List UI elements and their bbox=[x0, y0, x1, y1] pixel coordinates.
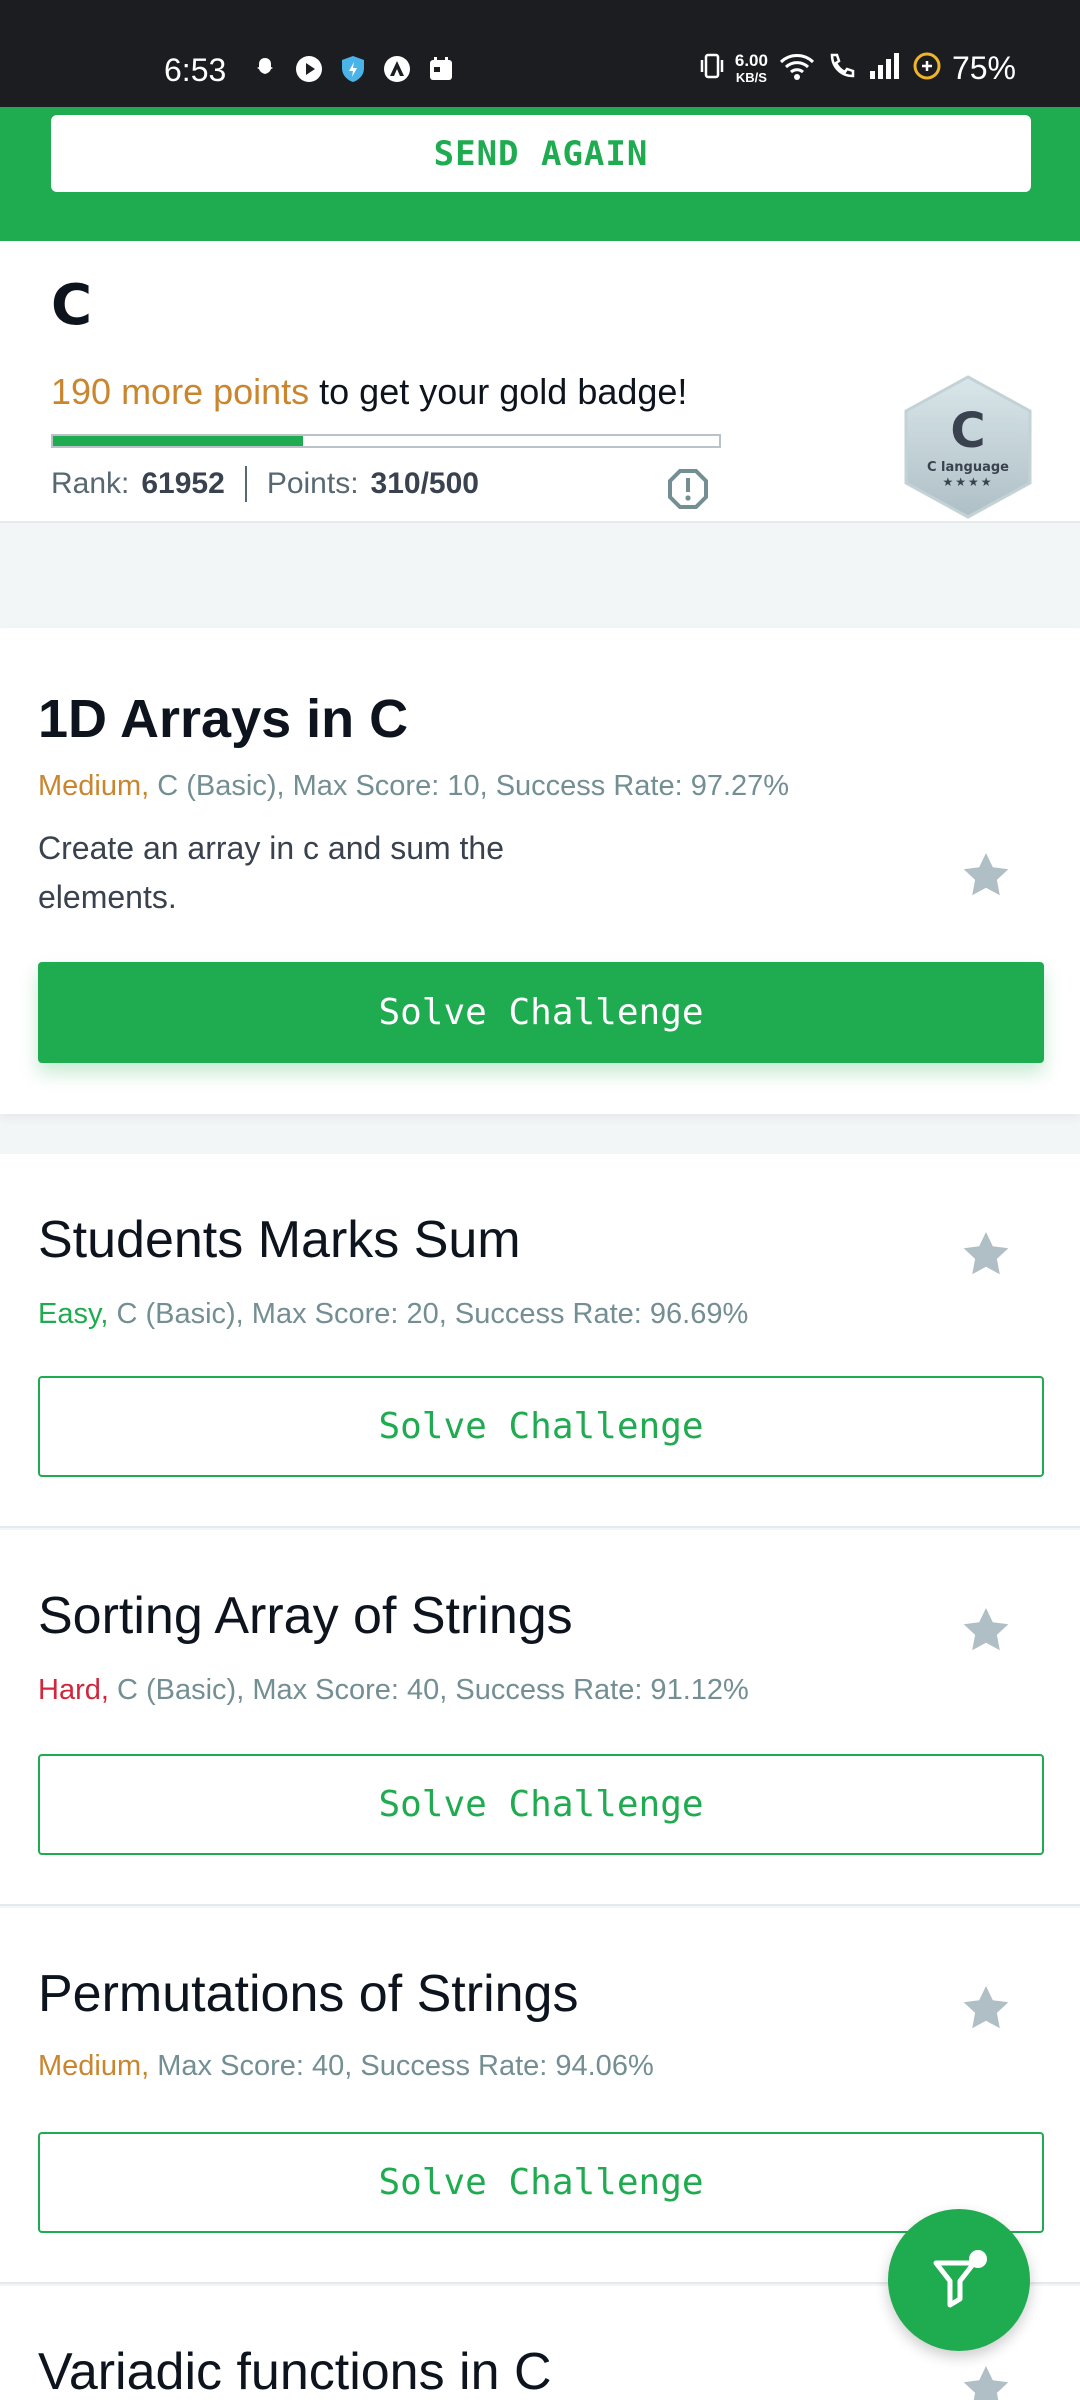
rank-value: 61952 bbox=[141, 467, 225, 500]
points-needed: 190 more points bbox=[51, 371, 310, 412]
status-time: 6:53 bbox=[164, 52, 227, 88]
send-again-button[interactable]: SEND AGAIN bbox=[51, 115, 1031, 192]
challenge-card: Sorting Array of Strings Hard, C (Basic)… bbox=[0, 1530, 1080, 1906]
filter-button[interactable] bbox=[888, 2209, 1030, 2351]
rank-label: Rank: bbox=[51, 467, 130, 500]
app-screen: 6:53 6.00 KB/S 75% SEND AGAIN C 190 more… bbox=[0, 0, 1080, 2400]
call-icon bbox=[826, 51, 858, 86]
solve-challenge-button[interactable]: Solve Challenge bbox=[38, 1376, 1044, 1477]
badge-stars: ★★★★ bbox=[942, 474, 994, 489]
bookmark-star-icon[interactable] bbox=[962, 851, 1010, 897]
vibrate-icon bbox=[699, 51, 725, 86]
shield-icon bbox=[336, 52, 370, 86]
badge-progress-fill bbox=[53, 436, 303, 446]
challenge-meta: Medium, C (Basic), Max Score: 10, Succes… bbox=[38, 770, 789, 803]
points-label: Points: bbox=[266, 467, 359, 500]
app-icon bbox=[380, 52, 414, 86]
wifi-icon bbox=[778, 51, 816, 86]
notification-icons bbox=[248, 52, 458, 86]
challenge-meta: Easy, C (Basic), Max Score: 20, Success … bbox=[38, 1298, 748, 1331]
info-icon[interactable] bbox=[666, 467, 710, 515]
bookmark-star-icon[interactable] bbox=[962, 1606, 1010, 1652]
verification-banner: SEND AGAIN bbox=[0, 107, 1080, 241]
challenge-title[interactable]: Variadic functions in C bbox=[38, 2342, 552, 2400]
solve-challenge-button[interactable]: Solve Challenge bbox=[38, 1754, 1044, 1855]
bookmark-star-icon[interactable] bbox=[962, 2364, 1010, 2400]
track-stats: Rank: 61952 Points: 310/500 bbox=[51, 466, 479, 502]
snapchat-icon bbox=[248, 52, 282, 86]
difficulty-label: Easy, bbox=[38, 1298, 109, 1330]
challenge-card-featured: 1D Arrays in C Medium, C (Basic), Max Sc… bbox=[0, 628, 1080, 1114]
badge-letter: C bbox=[950, 402, 986, 459]
system-icons: 6.00 KB/S 75% bbox=[699, 50, 1016, 87]
challenge-meta: Hard, C (Basic), Max Score: 40, Success … bbox=[38, 1674, 749, 1707]
points-value: 310/500 bbox=[370, 467, 479, 500]
challenge-meta: Medium, Max Score: 40, Success Rate: 94.… bbox=[38, 2050, 654, 2083]
status-bar: 6:53 6.00 KB/S 75% bbox=[0, 0, 1080, 107]
calendar-icon bbox=[424, 52, 458, 86]
battery-percent: 75% bbox=[951, 50, 1016, 86]
challenge-title[interactable]: Sorting Array of Strings bbox=[38, 1586, 573, 1646]
signal-icon bbox=[868, 51, 902, 86]
challenge-title[interactable]: Students Marks Sum bbox=[38, 1210, 521, 1270]
difficulty-label: Medium, bbox=[38, 770, 150, 802]
track-progress-card: C 190 more points to get your gold badge… bbox=[0, 241, 1080, 523]
challenge-details: Max Score: 40, Success Rate: 94.06% bbox=[149, 2050, 654, 2082]
points-message-rest: to get your gold badge! bbox=[309, 371, 688, 412]
challenge-details: C (Basic), Max Score: 10, Success Rate: … bbox=[149, 770, 790, 802]
bookmark-star-icon[interactable] bbox=[962, 1984, 1010, 2030]
badge-progress-bar bbox=[51, 434, 721, 448]
challenge-card: Students Marks Sum Easy, C (Basic), Max … bbox=[0, 1154, 1080, 1528]
solve-challenge-button[interactable]: Solve Challenge bbox=[38, 962, 1044, 1063]
bookmark-star-icon[interactable] bbox=[962, 1230, 1010, 1276]
filter-icon bbox=[933, 2250, 987, 2308]
difficulty-label: Medium, bbox=[38, 2050, 150, 2082]
challenge-description: Create an array in c and sum the element… bbox=[38, 830, 505, 915]
challenge-details: C (Basic), Max Score: 20, Success Rate: … bbox=[108, 1298, 749, 1330]
network-speed: 6.00 KB/S bbox=[734, 50, 768, 85]
play-icon bbox=[292, 52, 326, 86]
difficulty-label: Hard, bbox=[38, 1674, 109, 1706]
badge-progress-message: 190 more points to get your gold badge! bbox=[51, 371, 687, 413]
challenge-details: C (Basic), Max Score: 40, Success Rate: … bbox=[108, 1674, 749, 1706]
battery-saver-icon bbox=[912, 51, 942, 86]
challenge-title[interactable]: 1D Arrays in C bbox=[38, 688, 408, 750]
stats-divider bbox=[244, 466, 247, 502]
challenge-title[interactable]: Permutations of Strings bbox=[38, 1964, 578, 2024]
solve-challenge-button[interactable]: Solve Challenge bbox=[38, 2132, 1044, 2233]
c-language-badge[interactable]: C C language ★★★★ bbox=[898, 373, 1038, 521]
badge-label: C language bbox=[926, 459, 1009, 475]
track-title: C bbox=[51, 273, 93, 338]
